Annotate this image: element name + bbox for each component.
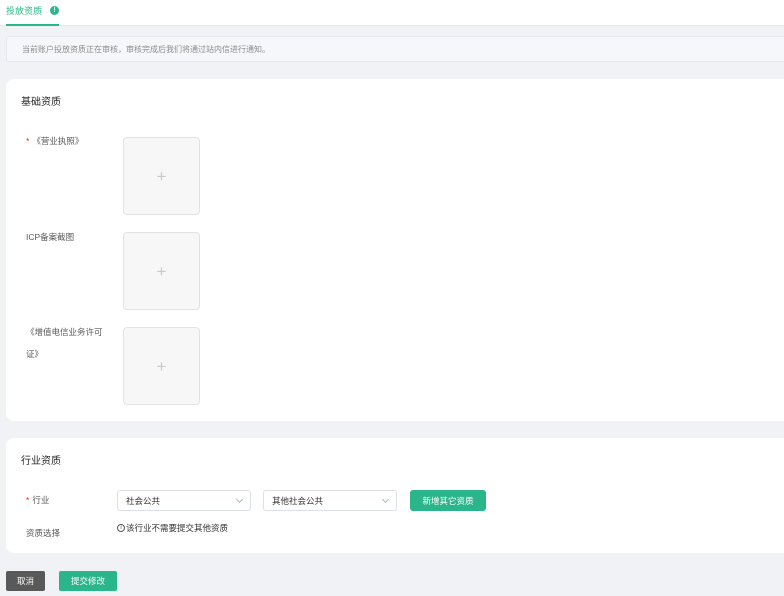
plus-icon: + (156, 166, 167, 186)
section-title: 基础资质 (21, 97, 61, 108)
icp-filing-label: ICP备案截图 (26, 232, 75, 242)
review-notice: 当前账户投放资质正在审核，审核完成后我们将通过站内信进行通知。 (6, 36, 784, 62)
business-license-label: * 《营业执照》 (26, 130, 83, 152)
chevron-down-icon (235, 495, 244, 503)
industry-select-secondary[interactable]: 其他社会公共 (263, 490, 397, 511)
icp-filing-upload[interactable]: + (123, 232, 200, 310)
select-value: 其他社会公共 (272, 495, 324, 506)
info-icon[interactable]: ! (50, 6, 60, 15)
submit-button[interactable]: 提交修改 (59, 571, 117, 591)
tab-label: 投放资质 (6, 6, 43, 16)
tab-bar: 投放资质 ! (0, 0, 784, 26)
required-mark: * (26, 136, 30, 146)
plus-icon: + (156, 356, 167, 376)
tab-qualifications[interactable]: 投放资质 ! (6, 5, 60, 26)
industry-hint: i 该行业不需要提交其他资质 (117, 522, 228, 534)
info-outline-icon: i (117, 524, 125, 532)
basic-qualifications-card: 基础资质 * 《营业执照》 + ICP备案截图 + 《增值电信业务许可 证》 + (6, 79, 784, 421)
field-label-text: 行业 (32, 495, 50, 505)
add-qualification-button[interactable]: 新增其它资质 (410, 490, 486, 511)
plus-icon: + (156, 261, 167, 281)
telecom-license-label: 《增值电信业务许可 证》 (26, 321, 103, 365)
qualification-select-label: 资质选择 (26, 528, 61, 538)
notice-text: 当前账户投放资质正在审核，审核完成后我们将通过站内信进行通知。 (22, 45, 270, 54)
required-mark: * (26, 495, 30, 505)
field-label-line: 证》 (26, 349, 44, 359)
industry-select-primary[interactable]: 社会公共 (117, 490, 251, 511)
industry-qualifications-card: 行业资质 * 行业 社会公共 其他社会公共 新增其它资质 资质选择 i 该行业不需… (6, 438, 784, 553)
field-label-text: 《营业执照》 (32, 136, 84, 146)
active-tab-indicator (6, 24, 60, 26)
business-license-upload[interactable]: + (123, 137, 200, 215)
section-title: 行业资质 (21, 456, 61, 467)
chevron-down-icon (381, 495, 390, 503)
hint-text: 该行业不需要提交其他资质 (126, 523, 229, 533)
field-label-line: 《增值电信业务许可 (26, 327, 103, 337)
cancel-button[interactable]: 取消 (6, 571, 45, 591)
industry-label: * 行业 (26, 489, 49, 511)
select-value: 社会公共 (126, 495, 161, 506)
telecom-license-upload[interactable]: + (123, 327, 200, 405)
